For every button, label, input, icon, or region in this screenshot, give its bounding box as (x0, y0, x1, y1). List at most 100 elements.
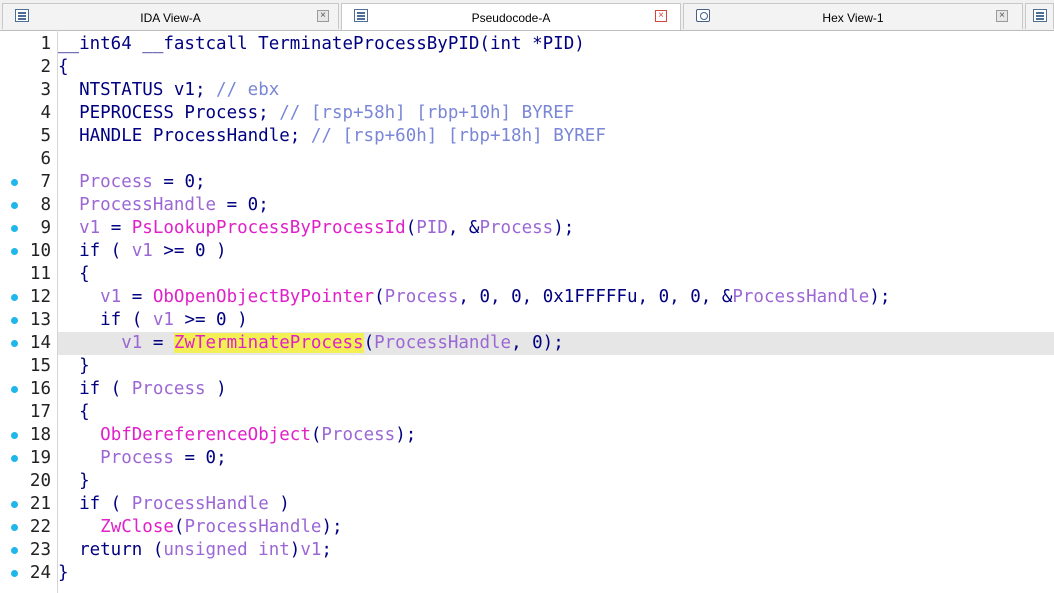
code-line[interactable]: 1 __int64 __fastcall TerminateProcessByPI… (0, 33, 1054, 56)
breakpoint-dot-icon[interactable] (11, 317, 18, 324)
code-text[interactable]: { (58, 263, 90, 286)
code-line[interactable]: 16 if ( Process ) (0, 378, 1054, 401)
breakpoint-dot-icon[interactable] (11, 386, 18, 393)
code-line[interactable]: 12 v1 = ObOpenObjectByPointer(Process, 0… (0, 286, 1054, 309)
variable-name: Process (479, 218, 554, 238)
code-line[interactable]: 15 } (0, 355, 1054, 378)
code-line[interactable]: 24} (0, 562, 1054, 585)
code-line[interactable]: 4 PEPROCESS Process; // [rsp+58h] [rbp+1… (0, 102, 1054, 125)
line-number: 5 (40, 126, 51, 146)
code-text[interactable]: ProcessHandle = 0; (58, 194, 269, 217)
code-line[interactable]: 7 Process = 0; (0, 171, 1054, 194)
variable-name: v1 (79, 218, 101, 238)
code-text[interactable]: PEPROCESS Process; // [rsp+58h] [rbp+10h… (58, 102, 574, 125)
code-line[interactable]: 18 ObfDereferenceObject(Process); (0, 424, 1054, 447)
code-token: { (58, 57, 69, 77)
line-number: 19 (29, 448, 51, 468)
code-text[interactable]: Process = 0; (58, 447, 227, 470)
code-line[interactable]: 11 { (0, 263, 1054, 286)
code-text[interactable]: NTSTATUS v1; // ebx (58, 79, 279, 102)
code-token: ( (173, 517, 185, 537)
code-text[interactable]: ObfDereferenceObject(Process); (58, 424, 416, 447)
code-line[interactable]: 10 if ( v1 >= 0 ) (0, 240, 1054, 263)
code-token: = 0; (173, 448, 227, 468)
code-line[interactable]: 3 NTSTATUS v1; // ebx (0, 79, 1054, 102)
breakpoint-dot-icon[interactable] (11, 202, 18, 209)
code-text[interactable]: v1 = ObOpenObjectByPointer(Process, 0, 0… (58, 286, 890, 309)
code-line[interactable]: 22 ZwClose(ProcessHandle); (0, 516, 1054, 539)
breakpoint-dot-icon[interactable] (11, 455, 18, 462)
code-text[interactable]: if ( ProcessHandle ) (58, 493, 290, 516)
function-name: ZwTerminateProcess (173, 333, 364, 353)
breakpoint-dot-icon[interactable] (11, 248, 18, 255)
variable-name: ProcessHandle (79, 195, 217, 215)
code-line[interactable]: 8 ProcessHandle = 0; (0, 194, 1054, 217)
code-line[interactable]: 19 Process = 0; (0, 447, 1054, 470)
variable-name: ProcessHandle (131, 494, 269, 514)
close-icon[interactable]: × (655, 10, 667, 22)
code-text[interactable]: if ( v1 >= 0 ) (58, 309, 248, 332)
code-text[interactable]: } (58, 562, 69, 585)
breakpoint-dot-icon[interactable] (11, 179, 18, 186)
variable-name: ProcessHandle (732, 287, 870, 307)
code-text[interactable]: __int64 __fastcall TerminateProcessByPID… (58, 33, 585, 56)
code-line[interactable]: 17 { (0, 401, 1054, 424)
code-text[interactable]: { (58, 56, 69, 79)
code-token: return ( (58, 540, 164, 560)
code-text[interactable]: HANDLE ProcessHandle; // [rsp+60h] [rbp+… (58, 125, 606, 148)
code-text[interactable]: if ( v1 >= 0 ) (58, 240, 227, 263)
code-token: } (58, 356, 90, 376)
code-text[interactable]: } (58, 355, 90, 378)
code-text[interactable]: v1 = PsLookupProcessByProcessId(PID, &Pr… (58, 217, 574, 240)
code-line[interactable]: 13 if ( v1 >= 0 ) (0, 309, 1054, 332)
code-line[interactable]: 23 return (unsigned int)v1; (0, 539, 1054, 562)
close-icon[interactable]: × (317, 10, 329, 22)
variable-name: PID (416, 218, 448, 238)
code-line[interactable]: 2{ (0, 56, 1054, 79)
breakpoint-dot-icon[interactable] (11, 294, 18, 301)
code-token: if ( (58, 494, 132, 514)
code-token: >= 0 ) (173, 310, 248, 330)
variable-name: ProcessHandle (374, 333, 512, 353)
function-name: ObfDereferenceObject (100, 425, 311, 445)
code-text[interactable]: Process = 0; (58, 171, 205, 194)
code-text[interactable]: return (unsigned int)v1; (58, 539, 332, 562)
tab-next[interactable] (1025, 3, 1054, 29)
code-text[interactable]: v1 = ZwTerminateProcess(ProcessHandle, 0… (58, 332, 564, 355)
code-line[interactable]: 21 if ( ProcessHandle ) (0, 493, 1054, 516)
code-line[interactable]: 14 v1 = ZwTerminateProcess(ProcessHandle… (0, 332, 1054, 355)
breakpoint-dot-icon[interactable] (11, 501, 18, 508)
breakpoint-dot-icon[interactable] (11, 340, 18, 347)
breakpoint-dot-icon[interactable] (11, 570, 18, 577)
close-icon[interactable]: × (996, 10, 1008, 22)
code-token: ( (374, 287, 385, 307)
line-number: 11 (29, 264, 51, 284)
code-token: ); (869, 287, 891, 307)
code-line[interactable]: 9 v1 = PsLookupProcessByProcessId(PID, &… (0, 217, 1054, 240)
code-token: = (100, 218, 132, 238)
tab-pseudocode-a[interactable]: Pseudocode-A × (341, 3, 681, 30)
tab-bar: IDA View-A × Pseudocode-A × Hex View-1 × (0, 0, 1054, 31)
breakpoint-dot-icon[interactable] (11, 225, 18, 232)
code-text[interactable]: } (58, 470, 90, 493)
code-text[interactable]: { (58, 401, 90, 424)
variable-name: unsigned int (163, 540, 290, 560)
tab-hex-view-1[interactable]: Hex View-1 × (683, 3, 1023, 29)
code-text[interactable]: if ( Process ) (58, 378, 227, 401)
tab-ida-view-a[interactable]: IDA View-A × (2, 3, 339, 29)
code-text[interactable]: ZwClose(ProcessHandle); (58, 516, 342, 539)
breakpoint-dot-icon[interactable] (11, 432, 18, 439)
code-token: if ( (58, 241, 132, 261)
code-token: ) (205, 379, 227, 399)
line-number: 3 (40, 80, 51, 100)
breakpoint-dot-icon[interactable] (11, 547, 18, 554)
code-line[interactable]: 5 HANDLE ProcessHandle; // [rsp+60h] [rb… (0, 125, 1054, 148)
code-token: ; (321, 540, 332, 560)
code-line[interactable]: 20 } (0, 470, 1054, 493)
pseudocode-editor[interactable]: 1 __int64 __fastcall TerminateProcessByPI… (0, 30, 1054, 593)
breakpoint-dot-icon[interactable] (11, 524, 18, 531)
code-line[interactable]: 6 (0, 148, 1054, 171)
